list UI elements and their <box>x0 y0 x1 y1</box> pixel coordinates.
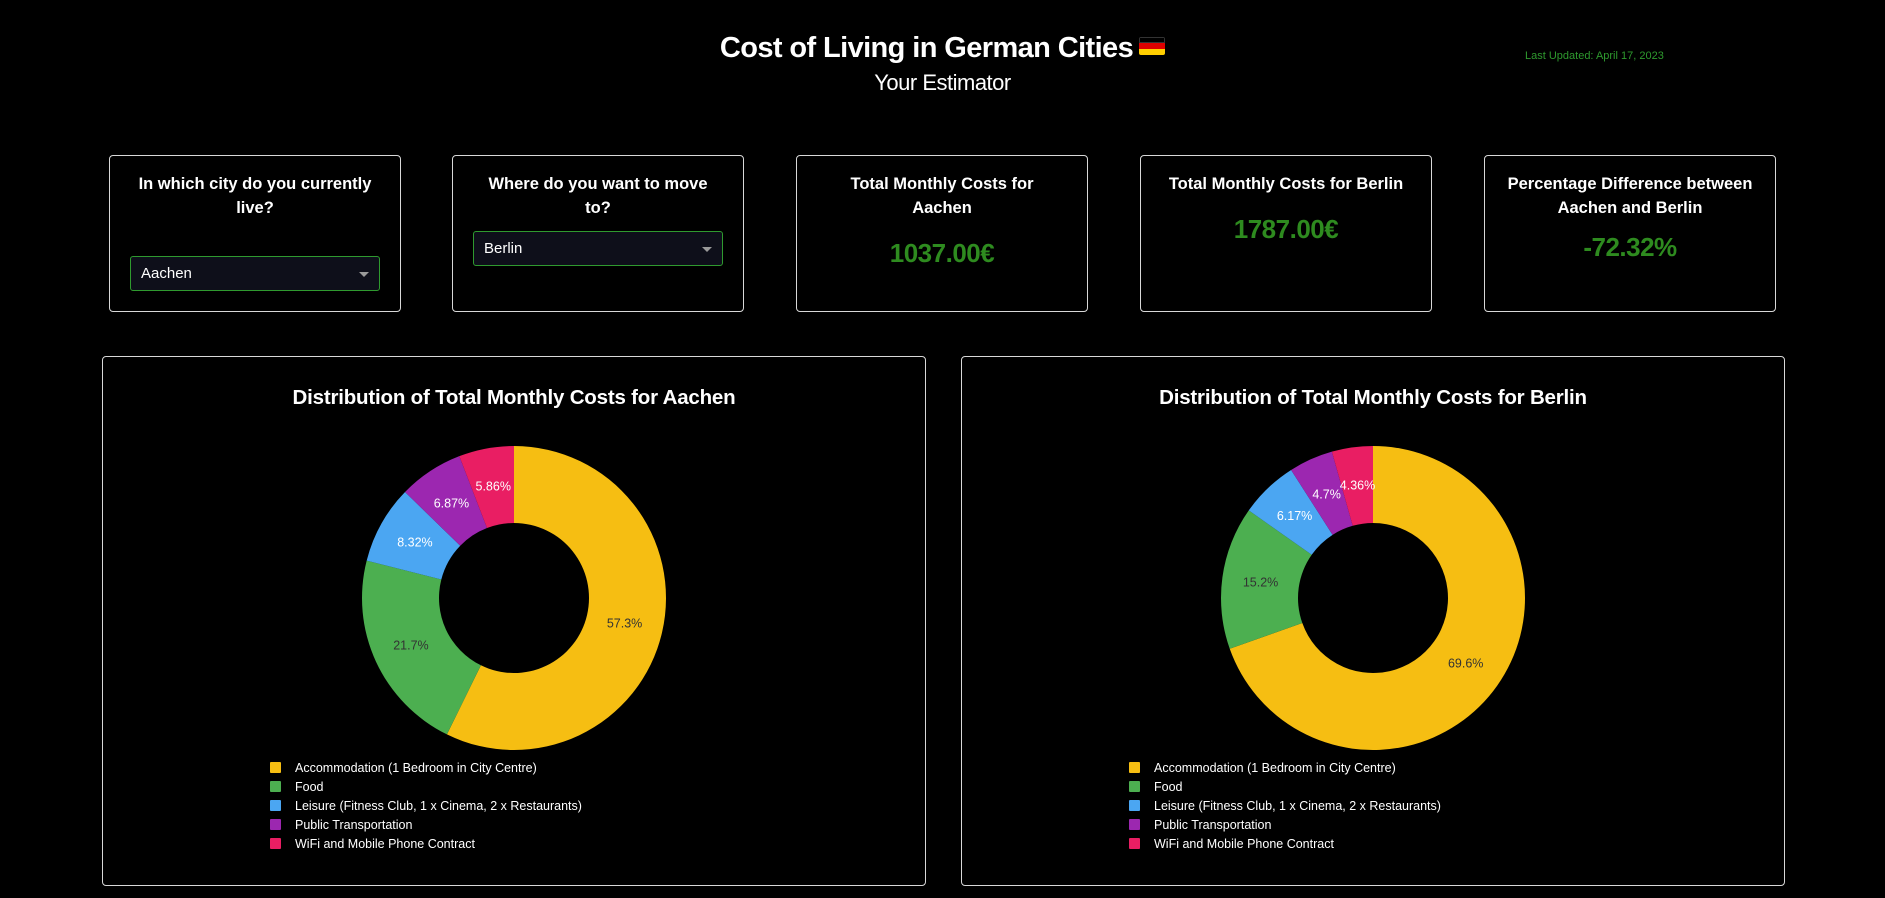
target-city-label: Where do you want to move to? <box>488 175 708 217</box>
current-city-label: In which city do you currently live? <box>138 175 372 217</box>
slice-label-leisure-fitness-club-1-x-cinema-2-x-restaurants: 8.32% <box>397 536 432 550</box>
legend-item-food[interactable]: Food <box>1129 777 1441 796</box>
legend-label: Leisure (Fitness Club, 1 x Cinema, 2 x R… <box>1154 798 1441 813</box>
legend-item-public-transportation[interactable]: Public Transportation <box>1129 815 1441 834</box>
current-city-card: In which city do you currently live? Aac… <box>109 155 401 312</box>
slice-label-wifi-and-mobile-phone-contract: 5.86% <box>476 479 511 493</box>
last-updated: Last Updated: April 17, 2023 <box>1525 50 1664 62</box>
slice-label-accommodation-1-bedroom-in-city-centre: 57.3% <box>607 617 642 631</box>
slice-label-accommodation-1-bedroom-in-city-centre: 69.6% <box>1448 656 1483 670</box>
page-subtitle: Your Estimator <box>874 70 1011 95</box>
legend-label: Accommodation (1 Bedroom in City Centre) <box>1154 760 1396 775</box>
legend-item-accommodation-1-bedroom-in-city-centre[interactable]: Accommodation (1 Bedroom in City Centre) <box>1129 758 1441 777</box>
target-city-selected: Berlin <box>484 240 523 257</box>
page-title: Cost of Living in German Cities <box>0 28 1885 68</box>
legend-item-food[interactable]: Food <box>270 777 582 796</box>
chart-panel-current: Distribution of Total Monthly Costs for … <box>102 356 926 886</box>
current-city-selected: Aachen <box>141 265 192 282</box>
chart-legend-current: Accommodation (1 Bedroom in City Centre)… <box>270 758 582 853</box>
target-total-value: 1787.00€ <box>1233 214 1339 244</box>
slice-label-food: 15.2% <box>1243 576 1278 590</box>
legend-swatch <box>270 800 281 811</box>
legend-item-wifi-and-mobile-phone-contract[interactable]: WiFi and Mobile Phone Contract <box>1129 834 1441 853</box>
difference-card: Percentage Difference between Aachen and… <box>1484 155 1776 312</box>
legend-label: Food <box>295 779 324 794</box>
slice-label-wifi-and-mobile-phone-contract: 4.36% <box>1340 479 1375 493</box>
target-city-dropdown[interactable]: Berlin <box>473 231 723 266</box>
legend-label: Accommodation (1 Bedroom in City Centre) <box>295 760 537 775</box>
legend-swatch <box>270 762 281 773</box>
target-total-label: Total Monthly Costs for Berlin <box>1168 175 1404 193</box>
current-city-dropdown[interactable]: Aachen <box>130 256 380 291</box>
chevron-down-icon <box>359 272 369 277</box>
flag-stripe-gold <box>1139 49 1166 55</box>
legend-label: WiFi and Mobile Phone Contract <box>295 836 475 851</box>
legend-item-accommodation-1-bedroom-in-city-centre[interactable]: Accommodation (1 Bedroom in City Centre) <box>270 758 582 777</box>
legend-label: Public Transportation <box>1154 817 1272 832</box>
legend-label: Public Transportation <box>295 817 413 832</box>
current-total-card: Total Monthly Costs for Aachen 1037.00€ <box>796 155 1088 312</box>
dashboard-page: Cost of Living in German Cities Your Est… <box>0 0 1885 898</box>
legend-label: WiFi and Mobile Phone Contract <box>1154 836 1334 851</box>
legend-swatch <box>1129 762 1140 773</box>
chevron-down-icon <box>702 247 712 252</box>
legend-item-leisure-fitness-club-1-x-cinema-2-x-restaurants[interactable]: Leisure (Fitness Club, 1 x Cinema, 2 x R… <box>1129 796 1441 815</box>
slice-label-food: 21.7% <box>393 639 428 653</box>
target-city-card: Where do you want to move to? Berlin <box>452 155 744 312</box>
germany-flag-icon <box>1139 37 1166 55</box>
legend-swatch <box>1129 819 1140 830</box>
legend-item-wifi-and-mobile-phone-contract[interactable]: WiFi and Mobile Phone Contract <box>270 834 582 853</box>
legend-swatch <box>1129 800 1140 811</box>
difference-label: Percentage Difference between Aachen and… <box>1507 175 1753 217</box>
legend-swatch <box>270 781 281 792</box>
legend-swatch <box>270 819 281 830</box>
slice-label-public-transportation: 4.7% <box>1312 487 1341 501</box>
legend-label: Leisure (Fitness Club, 1 x Cinema, 2 x R… <box>295 798 582 813</box>
legend-swatch <box>270 838 281 849</box>
difference-value: -72.32% <box>1583 232 1677 262</box>
page-title-text: Cost of Living in German Cities <box>719 32 1134 64</box>
chart-panel-target: Distribution of Total Monthly Costs for … <box>961 356 1785 886</box>
legend-swatch <box>1129 781 1140 792</box>
legend-item-public-transportation[interactable]: Public Transportation <box>270 815 582 834</box>
page-header: Cost of Living in German Cities Your Est… <box>0 28 1885 98</box>
chart-legend-target: Accommodation (1 Bedroom in City Centre)… <box>1129 758 1441 853</box>
legend-label: Food <box>1154 779 1183 794</box>
target-total-card: Total Monthly Costs for Berlin 1787.00€ <box>1140 155 1432 312</box>
slice-label-leisure-fitness-club-1-x-cinema-2-x-restaurants: 6.17% <box>1277 509 1312 523</box>
legend-item-leisure-fitness-club-1-x-cinema-2-x-restaurants[interactable]: Leisure (Fitness Club, 1 x Cinema, 2 x R… <box>270 796 582 815</box>
slice-label-public-transportation: 6.87% <box>434 496 469 510</box>
current-total-label: Total Monthly Costs for Aachen <box>850 175 1034 217</box>
current-total-value: 1037.00€ <box>889 238 995 268</box>
legend-swatch <box>1129 838 1140 849</box>
